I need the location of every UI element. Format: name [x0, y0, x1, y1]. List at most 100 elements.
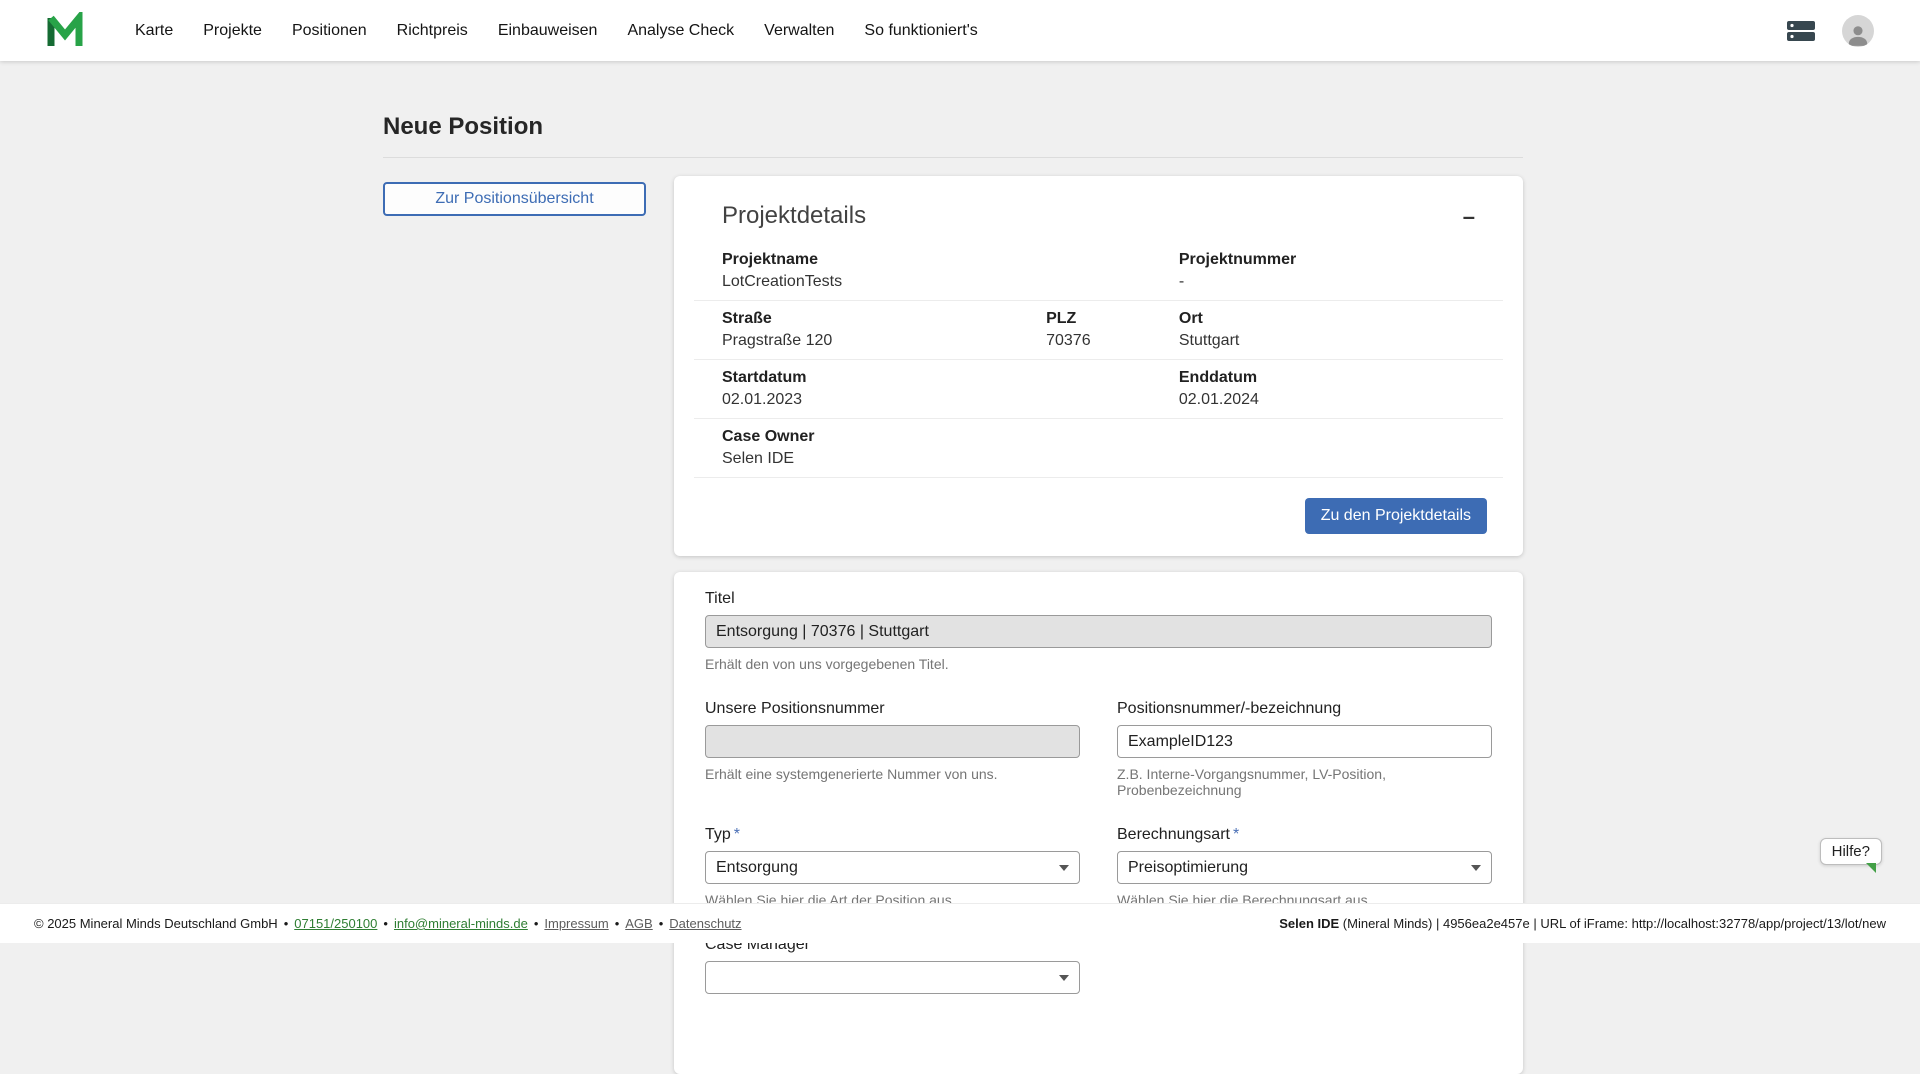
case-owner-label: Case Owner [722, 428, 1503, 446]
session-user: Selen IDE [1279, 916, 1339, 931]
chevron-down-icon [1471, 865, 1481, 871]
copyright-text: © 2025 Mineral Minds Deutschland GmbH [34, 916, 278, 931]
unsere-positionsnummer-field: Unsere Positionsnummer Erhält eine syste… [705, 700, 1080, 798]
nav-item-projekte[interactable]: Projekte [188, 12, 277, 50]
projektnummer-cell: Projektnummer - [1179, 251, 1503, 291]
ort-cell: Ort Stuttgart [1179, 310, 1503, 350]
title-divider [383, 157, 1523, 158]
strasse-value: Pragstraße 120 [722, 332, 1046, 350]
project-details-title: Projektdetails [722, 202, 866, 230]
project-details-table: Projektname LotCreationTests Projektnumm… [694, 242, 1503, 478]
case-owner-value: Selen IDE [722, 450, 1503, 468]
brand-logo[interactable] [46, 12, 86, 50]
typ-field: Typ* Entsorgung Wählen Sie hier die Art … [705, 826, 1080, 908]
nav-item-analyse-check[interactable]: Analyse Check [612, 12, 749, 50]
typ-label-text: Typ [705, 826, 731, 843]
back-to-positions-button[interactable]: Zur Positionsübersicht [383, 182, 646, 216]
unsere-positionsnummer-helper: Erhält eine systemgenerierte Nummer von … [705, 766, 1080, 782]
impressum-link[interactable]: Impressum [544, 916, 608, 931]
help-button[interactable]: Hilfe? [1820, 838, 1882, 865]
user-avatar[interactable] [1842, 15, 1874, 47]
page-title: Neue Position [383, 113, 1523, 141]
agb-link[interactable]: AGB [625, 916, 652, 931]
separator-dot: • [615, 916, 620, 931]
plz-value: 70376 [1046, 332, 1179, 350]
berechnungsart-select-value: Preisoptimierung [1128, 859, 1248, 877]
nav-item-richtpreis[interactable]: Richtpreis [382, 12, 483, 50]
email-link[interactable]: info@mineral-minds.de [394, 916, 528, 931]
projektname-cell: Projektname LotCreationTests [722, 251, 1179, 291]
enddatum-value: 02.01.2024 [1179, 391, 1503, 409]
case-owner-cell: Case Owner Selen IDE [722, 428, 1503, 468]
chevron-down-icon [1059, 975, 1069, 981]
case-manager-select[interactable] [705, 961, 1080, 994]
berechnungsart-field: Berechnungsart* Preisoptimierung Wählen … [1117, 826, 1492, 908]
projektname-label: Projektname [722, 251, 1179, 269]
unsere-positionsnummer-label: Unsere Positionsnummer [705, 700, 1080, 718]
nav-item-verwalten[interactable]: Verwalten [749, 12, 849, 50]
footer: © 2025 Mineral Minds Deutschland GmbH • … [0, 903, 1920, 943]
table-row: Projektname LotCreationTests Projektnumm… [694, 242, 1503, 301]
unsere-positionsnummer-input [705, 725, 1080, 758]
startdatum-value: 02.01.2023 [722, 391, 1179, 409]
titel-input [705, 615, 1492, 648]
enddatum-cell: Enddatum 02.01.2024 [1179, 369, 1503, 409]
titel-label: Titel [705, 590, 1492, 608]
typ-label: Typ* [705, 826, 1080, 844]
user-avatar-icon [1845, 21, 1871, 47]
projektnummer-value: - [1179, 273, 1503, 291]
chevron-down-icon [1059, 865, 1069, 871]
typ-select-value: Entsorgung [716, 859, 798, 877]
footer-left: © 2025 Mineral Minds Deutschland GmbH • … [34, 916, 742, 931]
plz-cell: PLZ 70376 [1046, 310, 1179, 350]
header-actions [1786, 15, 1874, 47]
enddatum-label: Enddatum [1179, 369, 1503, 387]
typ-required-asterisk: * [734, 826, 740, 843]
nav-item-positionen[interactable]: Positionen [277, 12, 382, 50]
separator-dot: • [383, 916, 388, 931]
nav-item-karte[interactable]: Karte [120, 12, 188, 50]
positionsnummer-label: Positionsnummer/-bezeichnung [1117, 700, 1492, 718]
server-icon[interactable] [1786, 18, 1816, 44]
positionsnummer-field: Positionsnummer/-bezeichnung Z.B. Intern… [1117, 700, 1492, 798]
mineral-minds-logo-icon [46, 12, 86, 50]
datenschutz-link[interactable]: Datenschutz [669, 916, 741, 931]
ort-label: Ort [1179, 310, 1503, 328]
projektnummer-label: Projektnummer [1179, 251, 1503, 269]
plz-label: PLZ [1046, 310, 1179, 328]
startdatum-label: Startdatum [722, 369, 1179, 387]
titel-field: Titel Erhält den von uns vorgegebenen Ti… [705, 590, 1492, 672]
main-nav: Karte Projekte Positionen Richtpreis Ein… [120, 12, 993, 50]
table-row: Straße Pragstraße 120 PLZ 70376 Ort Stut… [694, 301, 1503, 360]
berechnungsart-label-text: Berechnungsart [1117, 826, 1230, 843]
session-info: Selen IDE (Mineral Minds) | 4956ea2e457e… [1279, 916, 1886, 931]
ort-value: Stuttgart [1179, 332, 1503, 350]
strasse-label: Straße [722, 310, 1046, 328]
berechnungsart-label: Berechnungsart* [1117, 826, 1492, 844]
case-manager-field: Case Manager [705, 936, 1080, 994]
projektname-value: LotCreationTests [722, 273, 1179, 291]
session-detail: (Mineral Minds) | 4956ea2e457e | URL of … [1339, 916, 1886, 931]
strasse-cell: Straße Pragstraße 120 [722, 310, 1046, 350]
nav-item-so-funktionierts[interactable]: So funktioniert's [849, 12, 992, 50]
project-details-card: Projektdetails – Projektname LotCreation… [674, 176, 1523, 556]
table-row: Startdatum 02.01.2023 Enddatum 02.01.202… [694, 360, 1503, 419]
table-row: Case Owner Selen IDE [694, 419, 1503, 478]
separator-dot: • [284, 916, 289, 931]
startdatum-cell: Startdatum 02.01.2023 [722, 369, 1179, 409]
separator-dot: • [659, 916, 664, 931]
app-header: Karte Projekte Positionen Richtpreis Ein… [0, 0, 1920, 61]
new-position-form-card: Titel Erhält den von uns vorgegebenen Ti… [674, 572, 1523, 1074]
titel-helper: Erhält den von uns vorgegebenen Titel. [705, 656, 1492, 672]
typ-select[interactable]: Entsorgung [705, 851, 1080, 884]
positionsnummer-input[interactable] [1117, 725, 1492, 758]
separator-dot: • [534, 916, 539, 931]
go-to-project-details-button[interactable]: Zu den Projektdetails [1305, 498, 1487, 534]
left-column: Zur Positionsübersicht [383, 176, 646, 216]
collapse-button[interactable]: – [1455, 202, 1483, 232]
nav-item-einbauweisen[interactable]: Einbauweisen [483, 12, 613, 50]
berechnungsart-required-asterisk: * [1233, 826, 1239, 843]
berechnungsart-select[interactable]: Preisoptimierung [1117, 851, 1492, 884]
positionsnummer-helper: Z.B. Interne-Vorgangsnummer, LV-Position… [1117, 766, 1492, 798]
phone-link[interactable]: 07151/250100 [294, 916, 377, 931]
